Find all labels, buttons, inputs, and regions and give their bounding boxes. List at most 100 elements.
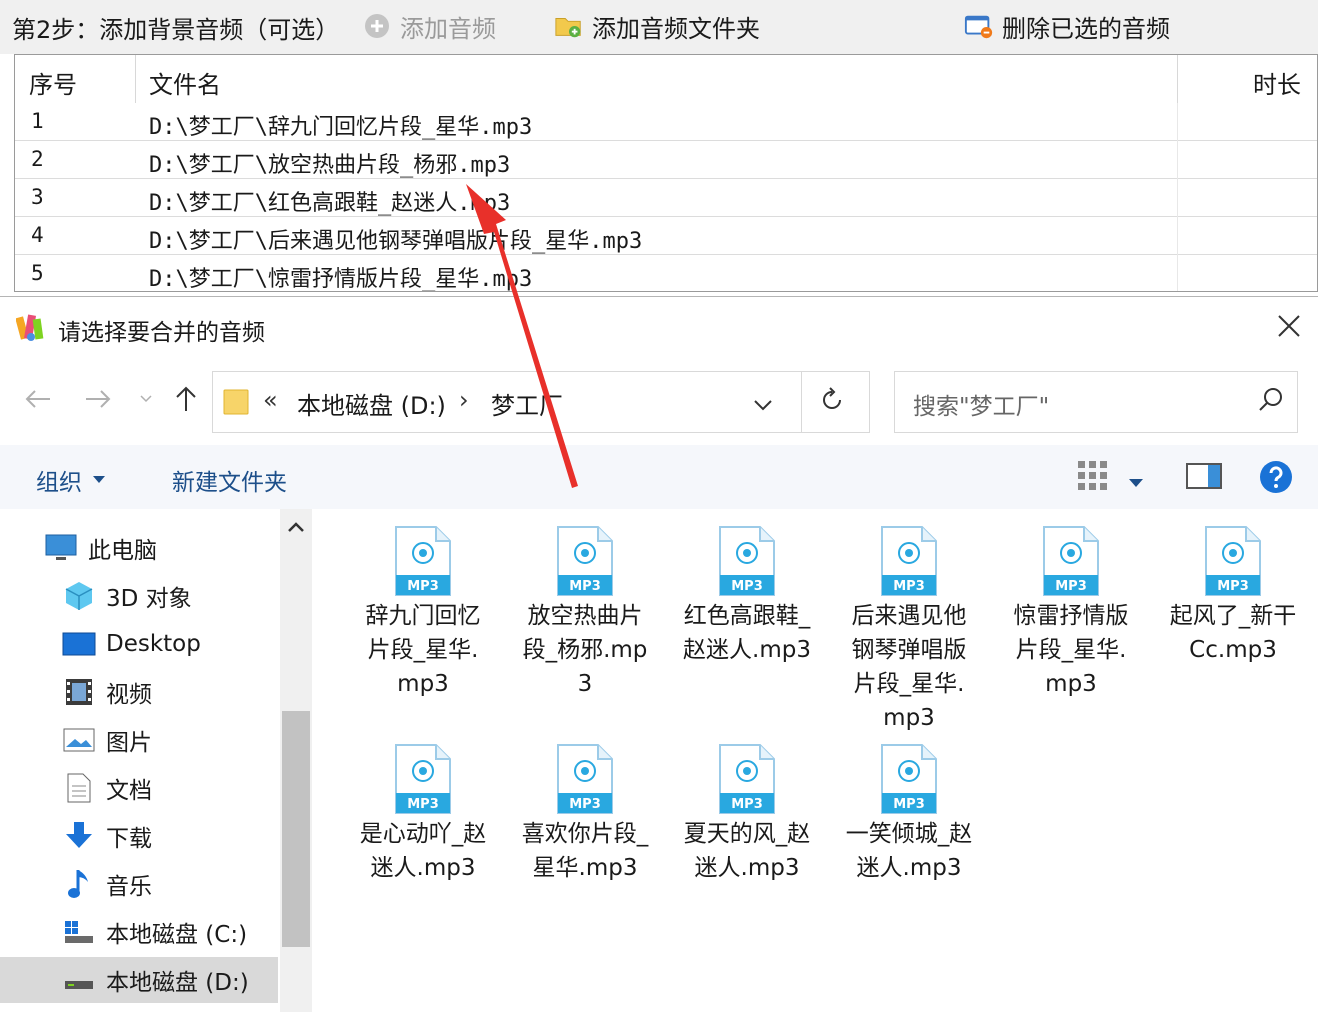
file-name: 夏天的风_赵迷人.mp3: [683, 821, 811, 881]
table-row[interactable]: 5 D:\梦工厂\惊雷抒情版片段_星华.mp3: [15, 255, 1317, 292]
row-path: D:\梦工厂\惊雷抒情版片段_星华.mp3: [149, 267, 533, 292]
up-arrow-icon[interactable]: [168, 381, 204, 417]
mp3-badge-text: MP3: [569, 579, 601, 594]
navigation-bar: « 本地磁盘 (D:) › 梦工厂 搜索"梦工厂": [0, 359, 1318, 445]
mp3-file-icon: MP3: [719, 526, 775, 596]
back-arrow-icon[interactable]: [20, 381, 56, 417]
step-toolbar: 第2步：添加背景音频（可选） 添加音频 添加音频文件夹 删除已选的音频: [0, 0, 1318, 54]
search-icon[interactable]: [1257, 386, 1285, 420]
file-item[interactable]: MP3 喜欢你片段_星华.mp3: [520, 743, 650, 885]
file-item[interactable]: MP3 辞九门回忆片段_星华.mp3: [358, 525, 488, 701]
row-divider: [1177, 179, 1178, 217]
nav-item-3d-objects[interactable]: 3D 对象: [0, 573, 278, 619]
nav-item-documents[interactable]: 文档: [0, 765, 278, 811]
scroll-thumb[interactable]: [282, 711, 310, 947]
add-folder-label: 添加音频文件夹: [592, 14, 760, 43]
mp3-file-icon: MP3: [1205, 526, 1261, 596]
mp3-badge-text: MP3: [407, 579, 439, 594]
navigation-pane: 此电脑 3D 对象 Desktop 视频 图片 文档 下载 音乐 本地磁盘 (C…: [0, 509, 312, 1012]
nav-item-label: 图片: [106, 730, 152, 756]
recent-dropdown-icon[interactable]: [128, 381, 164, 417]
file-item[interactable]: MP3 红色高跟鞋_赵迷人.mp3: [682, 525, 812, 667]
refresh-icon[interactable]: [819, 386, 845, 420]
view-grid-icon[interactable]: [1076, 459, 1110, 499]
delete-icon: [964, 12, 994, 40]
address-divider: [801, 372, 802, 432]
audio-list-table[interactable]: 序号 文件名 时长 1 D:\梦工厂\辞九门回忆片段_星华.mp3 2 D:\梦…: [14, 54, 1318, 292]
file-name: 后来遇见他钢琴弹唱版片段_星华.mp3: [851, 603, 967, 731]
nav-item-downloads[interactable]: 下载: [0, 813, 278, 859]
table-row[interactable]: 4 D:\梦工厂\后来遇见他钢琴弹唱版片段_星华.mp3: [15, 217, 1317, 255]
file-item[interactable]: MP3 起风了_新干Cc.mp3: [1168, 525, 1298, 667]
column-divider[interactable]: [135, 55, 136, 103]
search-box[interactable]: 搜索"梦工厂": [894, 371, 1298, 433]
chevron-down-icon[interactable]: [753, 390, 773, 418]
nav-item-music[interactable]: 音乐: [0, 861, 278, 907]
file-item[interactable]: MP3 夏天的风_赵迷人.mp3: [682, 743, 812, 885]
delete-selected-button[interactable]: 删除已选的音频: [964, 8, 1170, 44]
mp3-file-icon: MP3: [395, 744, 451, 814]
organize-button[interactable]: 组织: [36, 463, 106, 497]
column-header-duration[interactable]: 时长: [1253, 65, 1301, 100]
column-divider[interactable]: [1177, 55, 1178, 103]
mp3-file-icon: MP3: [881, 526, 937, 596]
file-item[interactable]: MP3 惊雷抒情版片段_星华.mp3: [1006, 525, 1136, 701]
mp3-file-icon: MP3: [1043, 526, 1099, 596]
overflow-chevron[interactable]: «: [263, 386, 278, 414]
table-row[interactable]: 1 D:\梦工厂\辞九门回忆片段_星华.mp3: [15, 103, 1317, 141]
nav-item-videos[interactable]: 视频: [0, 669, 278, 715]
breadcrumb-drive[interactable]: 本地磁盘 (D:): [297, 386, 446, 421]
row-index: 5: [31, 261, 44, 285]
table-row[interactable]: 2 D:\梦工厂\放空热曲片段_杨邪.mp3: [15, 141, 1317, 179]
nav-item-label: 3D 对象: [106, 586, 192, 612]
help-icon[interactable]: [1258, 459, 1294, 501]
forward-arrow-icon[interactable]: [80, 381, 116, 417]
chevron-down-icon: [93, 476, 105, 483]
add-folder-button[interactable]: 添加音频文件夹: [554, 8, 760, 44]
file-item[interactable]: MP3 放空热曲片段_杨邪.mp3: [520, 525, 650, 701]
mp3-file-icon: MP3: [395, 526, 451, 596]
file-item[interactable]: MP3 后来遇见他钢琴弹唱版片段_星华.mp3: [844, 525, 974, 735]
row-path: D:\梦工厂\辞九门回忆片段_星华.mp3: [149, 115, 533, 140]
step-title: 第2步：添加背景音频（可选）: [12, 16, 340, 44]
row-path: D:\梦工厂\后来遇见他钢琴弹唱版片段_星华.mp3: [149, 229, 643, 254]
nav-scrollbar[interactable]: [280, 509, 312, 1012]
dialog-title: 请选择要合并的音频: [58, 320, 265, 346]
mp3-file-icon: MP3: [557, 526, 613, 596]
new-folder-button[interactable]: 新建文件夹: [172, 463, 287, 497]
computer-icon: [44, 532, 78, 564]
add-audio-button[interactable]: 添加音频: [362, 8, 496, 44]
file-name: 一笑倾城_赵迷人.mp3: [845, 821, 973, 881]
mp3-badge-text: MP3: [893, 579, 925, 594]
nav-item-drive-c[interactable]: 本地磁盘 (C:): [0, 909, 278, 955]
nav-item-drive-d[interactable]: 本地磁盘 (D:): [0, 957, 278, 1003]
file-item[interactable]: MP3 是心动吖_赵迷人.mp3: [358, 743, 488, 885]
column-header-filename[interactable]: 文件名: [149, 65, 221, 100]
scroll-up-icon[interactable]: [286, 519, 306, 538]
view-dropdown-icon[interactable]: [1128, 469, 1144, 495]
breadcrumb-folder[interactable]: 梦工厂: [491, 386, 563, 421]
table-row[interactable]: 3 D:\梦工厂\红色高跟鞋_赵迷人.mp3: [15, 179, 1317, 217]
column-header-index[interactable]: 序号: [29, 65, 77, 100]
preview-pane-icon[interactable]: [1186, 463, 1222, 495]
search-placeholder: 搜索"梦工厂": [913, 394, 1050, 420]
mp3-badge-text: MP3: [731, 797, 763, 812]
file-grid: MP3 辞九门回忆片段_星华.mp3 MP3 放空热曲片段_杨邪.mp3 MP3 红色高跟…: [312, 509, 1318, 1012]
close-icon[interactable]: [1274, 311, 1304, 341]
file-item[interactable]: MP3 一笑倾城_赵迷人.mp3: [844, 743, 974, 885]
app-icon: [15, 313, 46, 343]
row-index: 2: [31, 147, 44, 171]
nav-item-pictures[interactable]: 图片: [0, 717, 278, 763]
app-window: 第2步：添加背景音频（可选） 添加音频 添加音频文件夹 删除已选的音频 序号 文…: [0, 0, 1318, 1012]
address-bar[interactable]: « 本地磁盘 (D:) › 梦工厂: [212, 371, 870, 433]
cube-icon: [62, 580, 96, 612]
organize-label: 组织: [36, 470, 82, 496]
plus-circle-icon: [362, 12, 392, 40]
mp3-badge-text: MP3: [569, 797, 601, 812]
nav-item-this-pc[interactable]: 此电脑: [0, 525, 278, 571]
delete-selected-label: 删除已选的音频: [1002, 14, 1170, 43]
picture-icon: [62, 724, 96, 756]
nav-item-desktop[interactable]: Desktop: [0, 621, 278, 667]
breadcrumb-separator[interactable]: ›: [459, 386, 469, 414]
file-name: 喜欢你片段_星华.mp3: [521, 821, 649, 881]
